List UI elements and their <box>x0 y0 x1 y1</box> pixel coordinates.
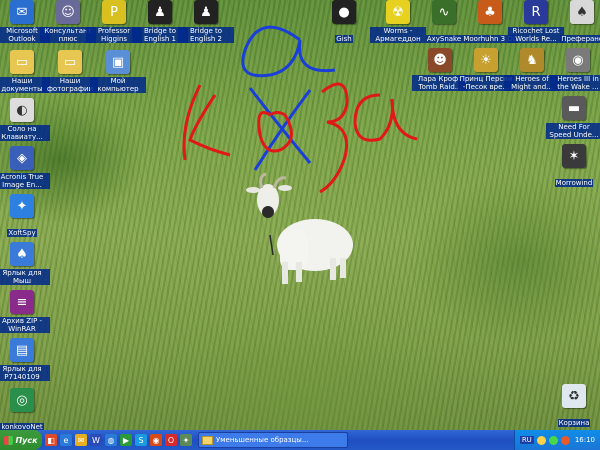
bridge2-icon: ♟ <box>194 0 218 24</box>
winrar-icon: ≡ <box>10 290 34 314</box>
start-label: Пуск <box>15 435 38 445</box>
desktop-icon-label: AxySnake <box>425 35 463 43</box>
heroes-icon: ♞ <box>520 48 544 72</box>
desktop-icon-label: Ярлык для P7140109 <box>0 365 50 381</box>
recycle-bin-icon: ♻ <box>562 384 586 408</box>
folder-icon: ▭ <box>58 50 82 74</box>
quick-launch-bar: ◧ e ✉ W ◍ ▶ S ◉ O ✦ <box>42 434 192 446</box>
desktop-icon[interactable]: ▤ Ярлык для P7140109 <box>0 338 50 383</box>
prince-persia-icon: ☀ <box>474 48 498 72</box>
ie-icon[interactable]: e <box>60 434 72 446</box>
tombraider-icon: ☻ <box>428 48 452 72</box>
desktop-icon[interactable]: ● Gish <box>316 0 372 45</box>
skype-icon[interactable]: S <box>135 434 147 446</box>
desktop-icon-label: Преферанс <box>560 35 600 43</box>
word-icon[interactable]: W <box>90 434 102 446</box>
solo-keyboard-icon: ◐ <box>10 98 34 122</box>
desktop-icon-label: Мой компьютер <box>90 77 146 93</box>
desktop-icon-label: Ярлык для Мыш <box>0 269 50 285</box>
desktop-icon-label: Соло на Клавиату... <box>0 125 50 141</box>
desktop-icon[interactable]: ◈ Acronis True Image En... <box>0 146 50 191</box>
taskbar: Пуск ◧ e ✉ W ◍ ▶ S ◉ O ✦ Уменьшенные образцы... R… <box>0 430 600 450</box>
desktop-icon[interactable]: ♻ Корзина <box>546 384 600 429</box>
desktop-icon-label: Gish <box>335 35 353 43</box>
desktop-icon[interactable]: ✶ Morrowind <box>546 144 600 189</box>
desktop-icon[interactable]: ◎ konkovoNet <box>0 388 50 430</box>
desktop-icon-label: Bridge to English 2 <box>178 27 234 43</box>
worms-icon: ☢ <box>386 0 410 24</box>
desktop-icon-label: Корзина <box>557 419 591 427</box>
heroes3-icon: ◉ <box>566 48 590 72</box>
desktop-icon-label: Архив ZIP - WinRAR <box>0 317 50 333</box>
system-tray: RU 16:10 <box>513 430 600 450</box>
computer-icon: ▣ <box>106 50 130 74</box>
acronis-icon: ◈ <box>10 146 34 170</box>
desktop: ✉ Microsoft Outlook ☺ Консультант плюс P Prof… <box>0 0 600 430</box>
clock: 16:10 <box>574 436 595 444</box>
media-icon[interactable]: ▶ <box>120 434 132 446</box>
desktop-icon-label: Heroes III in the Wake ... <box>550 75 600 91</box>
tray-speaker-icon[interactable] <box>536 435 546 445</box>
mouse-shortcut-icon: ♠ <box>10 242 34 266</box>
search-ql-icon[interactable]: ◉ <box>150 434 162 446</box>
show-desktop-icon[interactable]: ◧ <box>45 434 57 446</box>
language-indicator[interactable]: RU <box>519 436 534 444</box>
moorhuhn-icon: ♣ <box>478 0 502 24</box>
desktop-icon[interactable]: ✦ XoftSpy <box>0 194 50 239</box>
desktop-icon[interactable]: ◐ Соло на Клавиату... <box>0 98 50 143</box>
morrowind-icon: ✶ <box>562 144 586 168</box>
ricochet-icon: R <box>524 0 548 24</box>
desktop-icon[interactable]: ◉ Heroes III in the Wake ... <box>550 48 600 93</box>
desktop-icon[interactable]: ≡ Архив ZIP - WinRAR <box>0 290 50 335</box>
folder-icon: ▭ <box>10 50 34 74</box>
higgins-icon: P <box>102 0 126 24</box>
outlook-ql-icon[interactable]: ✉ <box>75 434 87 446</box>
desktop-icon[interactable]: ▣ Мой компьютер <box>90 50 146 95</box>
axysnake-icon: ∿ <box>432 0 456 24</box>
consultant-icon: ☺ <box>56 0 80 24</box>
desktop-icon-label: XoftSpy <box>7 229 37 237</box>
windows-flag-icon <box>4 435 14 445</box>
gish-icon: ● <box>332 0 356 24</box>
outlook-icon: ✉ <box>10 0 34 24</box>
preferans-icon: ♠ <box>570 0 594 24</box>
desktop-icon[interactable]: ▬ Need For Speed Unde... <box>546 96 600 141</box>
tray-network-icon[interactable] <box>548 435 558 445</box>
settings-ql-icon[interactable]: ✦ <box>180 434 192 446</box>
desktop-icon-label: Acronis True Image En... <box>0 173 50 189</box>
desktop-icon[interactable]: ♠ Ярлык для Мыш <box>0 242 50 287</box>
taskbar-window-button[interactable]: Уменьшенные образцы... <box>198 432 348 448</box>
start-button[interactable]: Пуск <box>0 430 42 450</box>
nfs-icon: ▬ <box>562 96 586 120</box>
tray-antivirus-icon[interactable] <box>560 435 570 445</box>
firefox-icon[interactable]: ◍ <box>105 434 117 446</box>
folder-icon <box>202 435 213 445</box>
desktop-icon-label: konkovoNet <box>0 423 44 430</box>
network-icon: ◎ <box>10 388 34 412</box>
bridge1-icon: ♟ <box>148 0 172 24</box>
desktop-icon[interactable]: ♠ Преферанс <box>554 0 600 45</box>
opera-icon[interactable]: O <box>165 434 177 446</box>
desktop-icon[interactable]: ♟ Bridge to English 2 <box>178 0 234 45</box>
taskbar-window-label: Уменьшенные образцы... <box>216 436 309 444</box>
xoftspy-icon: ✦ <box>10 194 34 218</box>
image-shortcut-icon: ▤ <box>10 338 34 362</box>
desktop-icon-label: Need For Speed Unde... <box>546 123 600 139</box>
desktop-icon-label: Morrowind <box>554 179 594 187</box>
